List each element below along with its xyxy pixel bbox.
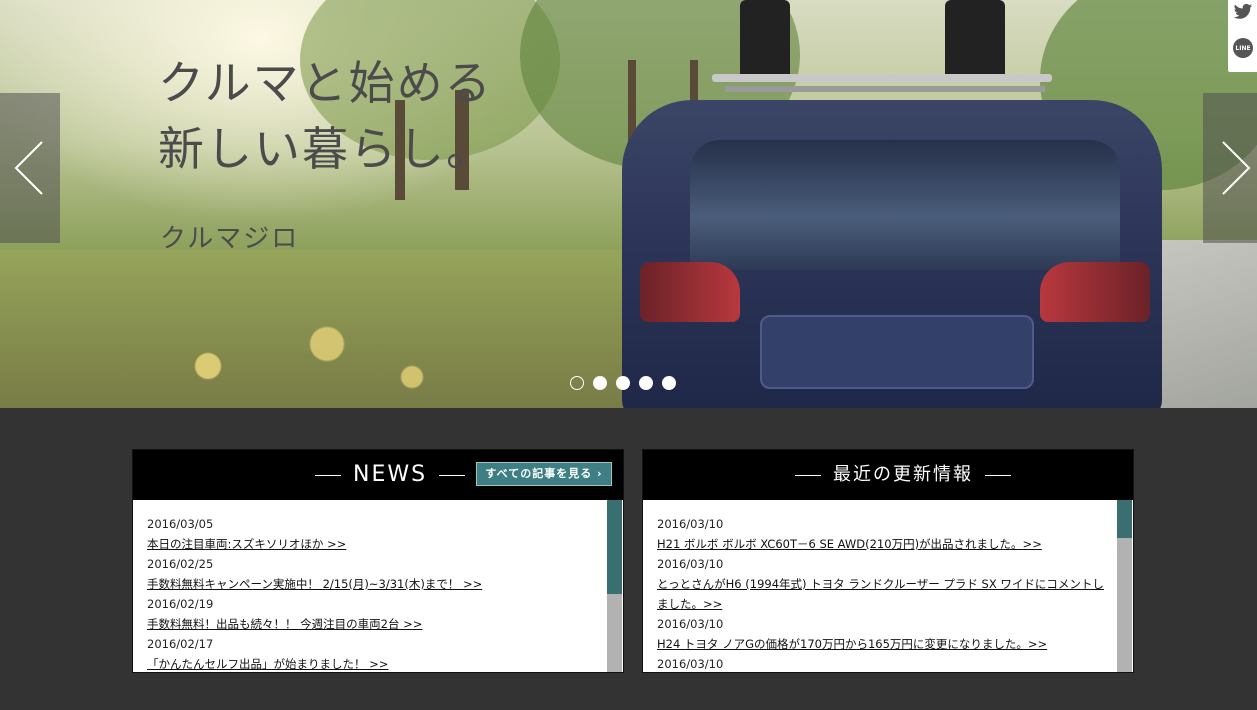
news-link[interactable]: 手数料無料！出品も続々！！ 今週注目の車両2台 >> xyxy=(147,614,602,634)
updates-title-text: 最近の更新情報 xyxy=(833,464,973,485)
slider-dot[interactable] xyxy=(570,376,584,390)
hero-flowers xyxy=(140,300,480,408)
slider-dot[interactable] xyxy=(593,376,607,390)
slider-dot[interactable] xyxy=(639,376,653,390)
hero-headline: クルマと始める 新しい暮らし。 xyxy=(158,56,494,176)
slider-dot[interactable] xyxy=(662,376,676,390)
updates-scrollbar[interactable] xyxy=(1117,500,1132,672)
list-item: 2016/02/25 手数料無料キャンペーン実施中！ 2/15(月)~3/31(… xyxy=(147,554,602,594)
bike-on-rack xyxy=(945,0,1005,82)
bike-on-rack xyxy=(740,0,790,80)
car-plate-area xyxy=(760,315,1034,389)
update-link[interactable]: とっとさんがH6 (1994年式) トヨタ ランドクルーザー プラド SX ワイ… xyxy=(657,574,1112,614)
twitter-share-button[interactable] xyxy=(1233,3,1253,23)
social-share-bar: LINE xyxy=(1228,0,1257,72)
slider-dots xyxy=(570,375,685,393)
news-panel-header: NEWS すべての記事を見る › xyxy=(133,450,623,500)
update-date: 2016/03/10 xyxy=(657,617,724,631)
title-rule xyxy=(315,474,341,476)
list-item: 2016/03/10 H21 ボルボ ボルボ XC60T－6 SE AWD(21… xyxy=(657,514,1112,554)
car-rear-window xyxy=(690,140,1120,270)
slider-prev-button[interactable] xyxy=(0,93,60,243)
news-scrollbar[interactable] xyxy=(607,500,622,672)
line-share-button[interactable]: LINE xyxy=(1233,38,1253,58)
news-link[interactable]: 本日の注目車両:スズキソリオほか >> xyxy=(147,534,602,554)
see-all-articles-button[interactable]: すべての記事を見る › xyxy=(476,462,612,486)
hero-slider: クルマと始める 新しい暮らし。 クルマジロ xyxy=(0,0,1257,408)
slider-next-button[interactable] xyxy=(1203,93,1257,243)
list-item: 2016/03/10 xyxy=(657,654,1112,670)
list-item: 2016/03/10 H24 トヨタ ノアGの価格が170万円から165万円に変… xyxy=(657,614,1112,654)
list-item: 2016/03/10 とっとさんがH6 (1994年式) トヨタ ランドクルーザ… xyxy=(657,554,1112,614)
update-link[interactable]: H24 トヨタ ノアGの価格が170万円から165万円に変更になりました。>> xyxy=(657,634,1112,654)
list-item: 2016/02/17 「かんたんセルフ出品」が始まりました！ >> xyxy=(147,634,602,670)
news-date: 2016/02/25 xyxy=(147,557,214,571)
hero-brand: クルマジロ xyxy=(160,224,300,254)
twitter-icon xyxy=(1233,3,1253,19)
title-rule xyxy=(439,474,466,476)
news-link[interactable]: 手数料無料キャンペーン実施中！ 2/15(月)~3/31(木)まで！ >> xyxy=(147,574,602,594)
updates-panel-header: 最近の更新情報 xyxy=(643,450,1133,500)
update-date: 2016/03/10 xyxy=(657,557,724,571)
news-date: 2016/03/05 xyxy=(147,517,214,531)
news-date: 2016/02/19 xyxy=(147,597,214,611)
update-date: 2016/03/10 xyxy=(657,517,724,531)
car-taillight-left xyxy=(640,262,740,322)
updates-panel-title: 最近の更新情報 xyxy=(783,450,1023,500)
roof-rack xyxy=(712,74,1052,82)
list-item: 2016/03/05 本日の注目車両:スズキソリオほか >> xyxy=(147,514,602,554)
news-link[interactable]: 「かんたんセルフ出品」が始まりました！ >> xyxy=(147,654,602,670)
updates-list: 2016/03/10 H21 ボルボ ボルボ XC60T－6 SE AWD(21… xyxy=(657,514,1112,670)
slider-dot[interactable] xyxy=(616,376,630,390)
updates-panel: 最近の更新情報 2016/03/10 H21 ボルボ ボルボ XC60T－6 S… xyxy=(642,449,1134,673)
news-panel-title: NEWS xyxy=(303,450,477,500)
news-scroll-thumb[interactable] xyxy=(607,500,622,594)
updates-scroll-thumb[interactable] xyxy=(1117,500,1132,538)
news-date: 2016/02/17 xyxy=(147,637,214,651)
news-panel: NEWS すべての記事を見る › 2016/03/05 本日の注目車両:スズキソ… xyxy=(132,449,624,673)
title-rule xyxy=(985,474,1011,476)
update-date: 2016/03/10 xyxy=(657,657,724,670)
list-item: 2016/02/19 手数料無料！出品も続々！！ 今週注目の車両2台 >> xyxy=(147,594,602,634)
news-title-text: NEWS xyxy=(353,462,428,487)
line-icon: LINE xyxy=(1233,38,1253,58)
car-taillight-right xyxy=(1040,262,1150,322)
chevron-right-icon xyxy=(1222,141,1251,195)
news-list: 2016/03/05 本日の注目車両:スズキソリオほか >> 2016/02/2… xyxy=(147,514,602,670)
update-link[interactable]: H21 ボルボ ボルボ XC60T－6 SE AWD(210万円)が出品されまし… xyxy=(657,534,1112,554)
roof-rack-bar xyxy=(725,86,1045,92)
chevron-left-icon xyxy=(14,141,43,195)
title-rule xyxy=(795,474,821,476)
